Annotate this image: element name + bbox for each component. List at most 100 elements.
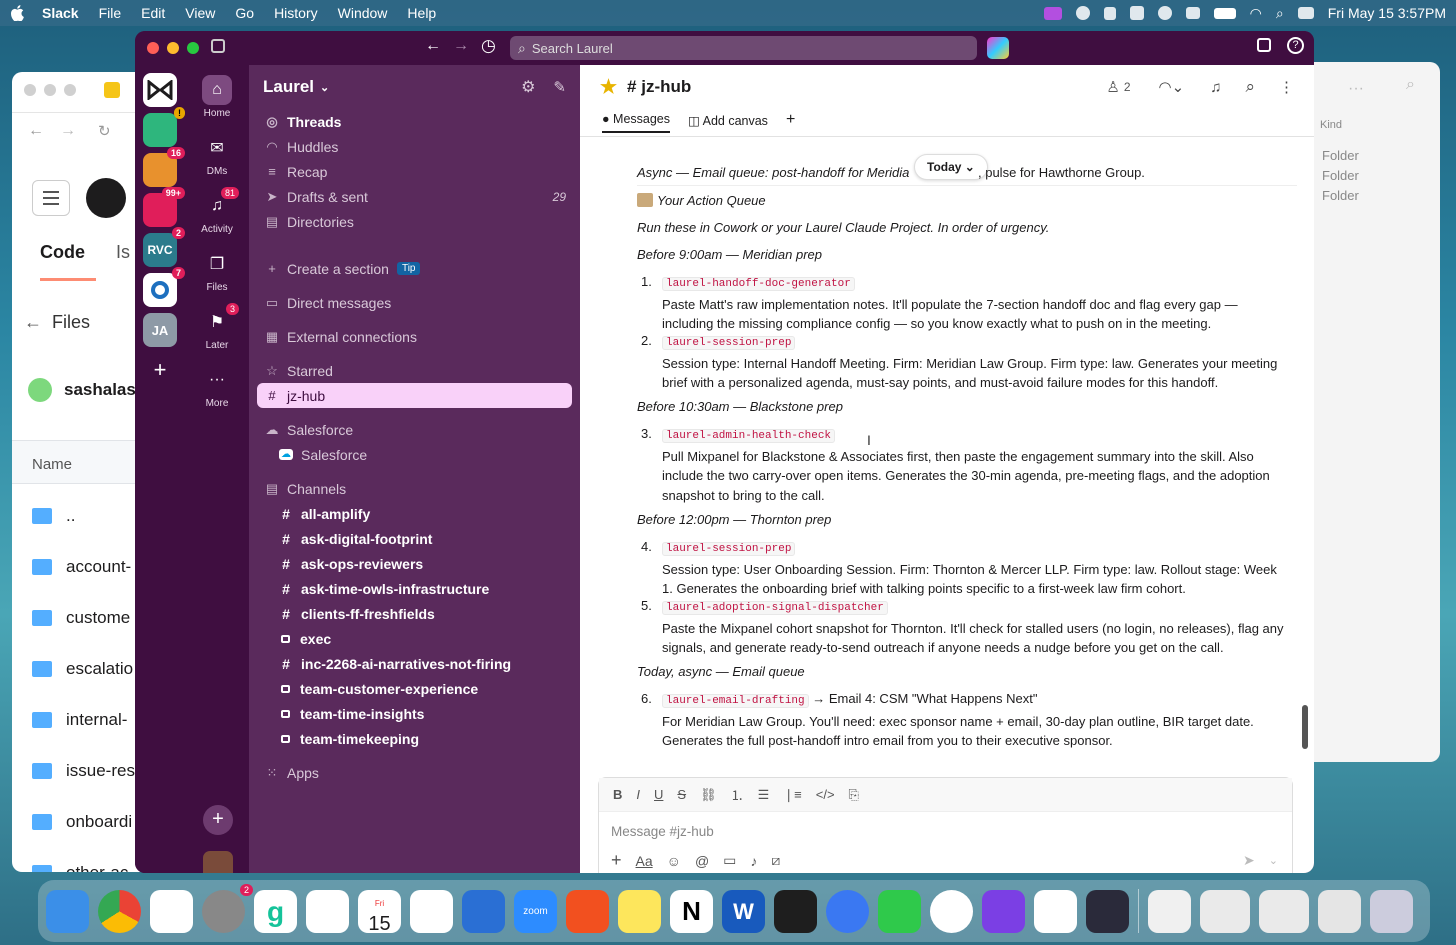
menu-help[interactable]: Help <box>407 5 436 21</box>
search-bar[interactable]: ⌕ Search Laurel <box>510 36 977 60</box>
forward-arrow-icon[interactable]: → <box>60 122 76 140</box>
sidebar-item-threads[interactable]: ◎ Threads <box>249 109 580 134</box>
file-row[interactable]: onboardi <box>32 812 132 832</box>
code-block-icon[interactable]: ⎘ <box>849 787 859 803</box>
cursor-app-icon[interactable] <box>306 889 349 933</box>
sidebar-item-channel[interactable]: team-time-insights <box>249 701 580 726</box>
notion-icon[interactable] <box>1129 6 1144 20</box>
messages-icon[interactable] <box>878 889 921 933</box>
figma-icon[interactable] <box>774 889 817 933</box>
sidebar-item-channel[interactable]: exec <box>249 626 580 651</box>
settings-icon[interactable]: ⚙ <box>521 77 535 97</box>
kind-column-header[interactable]: Kind <box>1320 119 1342 131</box>
menu-file[interactable]: File <box>99 5 122 21</box>
create-button[interactable]: + <box>203 805 233 835</box>
menu-go[interactable]: Go <box>235 5 254 21</box>
back-arrow-icon[interactable]: ← <box>28 122 44 140</box>
menu-edit[interactable]: Edit <box>141 5 165 21</box>
mention-icon[interactable]: @ <box>695 853 709 869</box>
nav-dms[interactable]: ✉ DMs <box>185 133 249 177</box>
sidebar-item-drafts[interactable]: ➤ Drafts & sent 29 <box>249 184 580 209</box>
microphone-icon[interactable]: ♪ <box>750 853 757 869</box>
nav-more[interactable]: ··· More <box>185 365 249 409</box>
compose-icon[interactable]: ✎ <box>553 78 566 96</box>
video-icon[interactable]: ▭ <box>723 852 736 869</box>
bulleted-list-icon[interactable]: ☰ <box>758 787 770 803</box>
minimize-icon[interactable] <box>44 84 56 96</box>
workspace-header[interactable]: Laurel ⌄ ⚙ ✎ <box>249 65 580 109</box>
sidebar-item-channel[interactable]: team-customer-experience <box>249 676 580 701</box>
scrollbar[interactable] <box>1302 705 1308 749</box>
sidebar-item-recap[interactable]: ≡ Recap <box>249 159 580 184</box>
file-row[interactable]: .. <box>32 506 75 526</box>
zoom-icon[interactable] <box>187 42 199 54</box>
reminders-icon[interactable] <box>410 889 453 933</box>
sidebar-item-salesforce[interactable]: ☁ Salesforce <box>249 442 580 467</box>
chatgpt-icon[interactable] <box>1157 6 1172 20</box>
menu-window[interactable]: Window <box>338 5 388 21</box>
sidebar-item-channel[interactable]: # ask-digital-footprint <box>249 526 580 551</box>
laurel-app-icon[interactable] <box>1034 889 1077 933</box>
star-icon[interactable]: ★ <box>600 76 617 99</box>
workspace-4-icon[interactable]: 99+ <box>143 187 185 227</box>
name-column-header[interactable]: Name <box>32 456 72 473</box>
file-row[interactable]: escalatio <box>32 659 133 679</box>
blockquote-icon[interactable]: ❘≡ <box>783 787 801 803</box>
menu-view[interactable]: View <box>185 5 215 21</box>
section-salesforce[interactable]: ☁ Salesforce <box>249 417 580 442</box>
workspace-6-icon[interactable]: 7 <box>143 267 185 307</box>
sidebar-item-channel[interactable]: team-timekeeping <box>249 726 580 751</box>
file-row[interactable]: internal- <box>32 710 127 730</box>
file-row[interactable]: other-ac <box>32 863 128 872</box>
document-icon[interactable] <box>1148 889 1191 933</box>
more-icon[interactable]: ··· <box>1348 80 1364 98</box>
trash-icon[interactable] <box>1370 889 1413 933</box>
sidebar-item-apps[interactable]: ⁙ Apps <box>249 760 580 785</box>
huddle-headphones-icon[interactable]: ◠⌄ <box>1159 78 1185 96</box>
sidebar-item-channel[interactable]: # ask-time-owls-infrastructure <box>249 576 580 601</box>
emoji-icon[interactable]: ☺ <box>667 853 681 869</box>
screenshot-thumbnail[interactable] <box>1318 889 1361 933</box>
file-row[interactable]: account- <box>32 557 131 577</box>
strikethrough-icon[interactable]: S <box>677 787 686 802</box>
back-icon[interactable]: ← <box>24 312 42 333</box>
workspace-ja-icon[interactable]: JA <box>143 313 177 347</box>
forward-arrow-icon[interactable]: → <box>453 37 469 55</box>
ordered-list-icon[interactable]: ⒈ <box>731 785 744 804</box>
close-icon[interactable] <box>24 84 36 96</box>
workspace-rvc-icon[interactable]: RVC 2 <box>143 227 185 267</box>
wifi-icon[interactable]: ◠ <box>1250 5 1262 22</box>
menu-clock[interactable]: Fri May 15 3:57PM <box>1328 5 1446 21</box>
plus-icon[interactable]: + <box>611 850 622 871</box>
system-settings-icon[interactable]: 2 <box>202 883 253 933</box>
bold-icon[interactable]: B <box>613 787 622 802</box>
screenshot-thumbnail[interactable] <box>1259 889 1309 933</box>
tab-add-canvas[interactable]: ◫ Add canvas <box>688 113 768 133</box>
link-icon[interactable]: ⛓ <box>700 787 717 803</box>
github-logo-icon[interactable] <box>86 178 126 218</box>
chrome-icon[interactable] <box>98 889 141 933</box>
app-icon[interactable] <box>982 889 1025 933</box>
back-arrow-icon[interactable]: ← <box>425 37 441 55</box>
bell-icon[interactable]: ♫ <box>1210 79 1221 96</box>
sidebar-item-external-connections[interactable]: ▦ External connections <box>249 324 580 349</box>
sidebar-item-channel[interactable]: # all-amplify <box>249 501 580 526</box>
notes-icon[interactable] <box>618 889 661 933</box>
battery-icon[interactable] <box>1213 7 1236 19</box>
tab-favicon[interactable] <box>104 82 120 98</box>
sidebar-item-direct-messages[interactable]: ▭ Direct messages <box>249 290 580 315</box>
menu-history[interactable]: History <box>274 5 318 21</box>
cast-icon[interactable] <box>1185 7 1200 19</box>
chevron-down-icon[interactable]: ⌄ <box>1269 854 1278 867</box>
create-section-button[interactable]: + Create a section Tip <box>249 256 580 281</box>
search-icon[interactable]: ⌕ <box>1245 77 1255 97</box>
app-icon[interactable] <box>462 889 505 933</box>
claude-icon[interactable] <box>566 889 609 933</box>
more-vertical-icon[interactable]: ⋮ <box>1279 78 1294 96</box>
sidebar-item-huddles[interactable]: ◠ Huddles <box>249 134 580 159</box>
control-center-icon[interactable] <box>1297 7 1314 19</box>
sidebar-toggle-icon[interactable] <box>211 39 225 53</box>
profile-avatar[interactable] <box>987 37 1009 59</box>
calendar-icon[interactable]: Fri 15 <box>358 889 401 934</box>
nav-files[interactable]: ❐ Files <box>185 249 249 293</box>
